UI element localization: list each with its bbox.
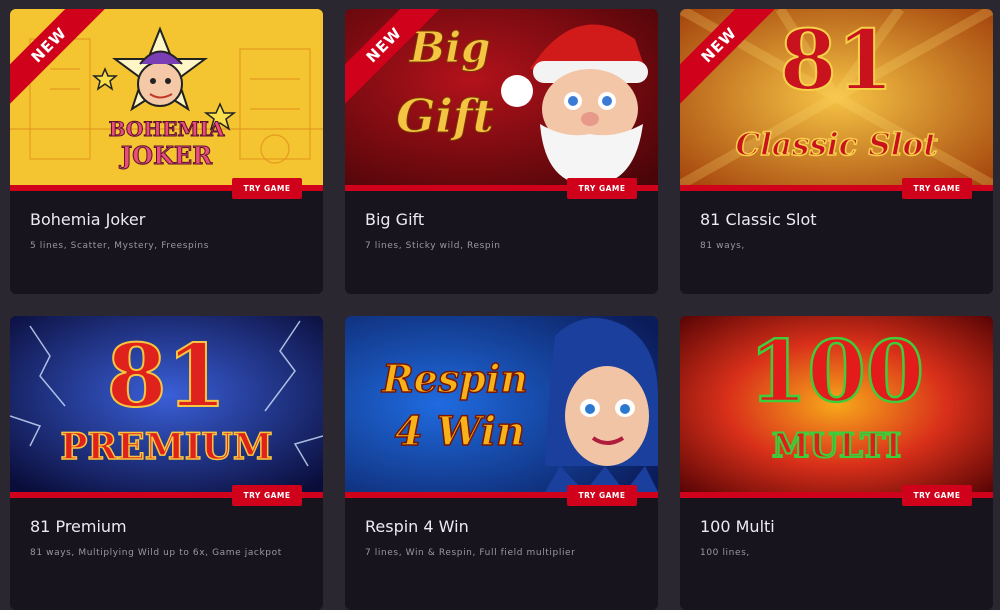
game-logo-line1: BOHEMIA [108,117,225,142]
game-logo-line2: 4 Win [394,407,526,456]
game-logo-line2: Classic Slot [735,126,939,164]
game-features: 81 ways, [700,241,745,251]
game-card-100-multi[interactable]: 100 MULTI TRY GAME 100 Multi 100 lines, [680,316,993,610]
game-banner[interactable]: 81 PREMIUM [10,316,323,492]
game-banner[interactable]: 81 Classic Slot NEW [680,9,993,185]
game-card-respin-4-win[interactable]: Respin 4 Win TRY GAME Respin 4 Win 7 lin… [345,316,658,610]
game-card-81-classic-slot[interactable]: 81 Classic Slot NEW TRY GAME 81 Classic … [680,9,993,294]
game-features: 100 lines, [700,548,750,558]
game-banner[interactable]: 100 MULTI [680,316,993,492]
game-title[interactable]: Respin 4 Win [365,517,469,536]
try-game-button[interactable]: TRY GAME [902,178,972,199]
game-banner[interactable]: Respin 4 Win [345,316,658,492]
game-title[interactable]: Bohemia Joker [30,210,145,229]
try-game-button[interactable]: TRY GAME [567,178,637,199]
try-game-button[interactable]: TRY GAME [232,485,302,506]
game-features: 81 ways, Multiplying Wild up to 6x, Game… [30,548,282,558]
game-logo-line2: MULTI [771,425,903,467]
respin-artwork [345,316,658,492]
try-game-button[interactable]: TRY GAME [567,485,637,506]
game-title[interactable]: 81 Classic Slot [700,210,817,229]
game-logo-line1: 100 [748,321,926,423]
games-grid: BOHEMIA JOKER NEW TRY GAME Bohemia Joker… [10,9,993,610]
game-banner[interactable]: Big Gift NEW [345,9,658,185]
game-logo-line2: PREMIUM [60,425,274,469]
game-title[interactable]: 100 Multi [700,517,775,536]
game-card-bohemia-joker[interactable]: BOHEMIA JOKER NEW TRY GAME Bohemia Joker… [10,9,323,294]
game-features: 7 lines, Win & Respin, Full field multip… [365,548,576,558]
new-ribbon: NEW [10,9,110,108]
game-card-big-gift[interactable]: Big Gift NEW TRY GAME Big Gift 7 lines, … [345,9,658,294]
try-game-button[interactable]: TRY GAME [232,178,302,199]
try-game-button[interactable]: TRY GAME [902,485,972,506]
game-logo-line1: 81 [106,325,228,428]
game-features: 5 lines, Scatter, Mystery, Freespins [30,241,210,251]
game-card-81-premium[interactable]: 81 PREMIUM TRY GAME 81 Premium 81 ways, … [10,316,323,610]
game-banner[interactable]: BOHEMIA JOKER NEW [10,9,323,185]
new-ribbon: NEW [680,9,780,108]
game-features: 7 lines, Sticky wild, Respin [365,241,501,251]
game-logo-line2: JOKER [120,141,213,171]
game-title[interactable]: 81 Premium [30,517,127,536]
game-logo-line1: Respin [381,355,528,402]
new-ribbon: NEW [345,9,445,108]
game-title[interactable]: Big Gift [365,210,424,229]
